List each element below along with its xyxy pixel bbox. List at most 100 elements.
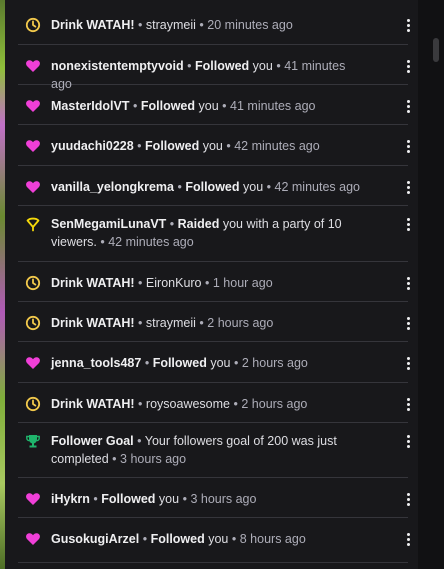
activity-name[interactable]: MasterIdolVT: [51, 99, 130, 113]
activity-action: Followed: [152, 356, 207, 370]
activity-text: yuudachi0228 • Followed you • 42 minutes…: [51, 137, 369, 155]
more-options-icon[interactable]: [399, 97, 417, 115]
separator-dot: •: [138, 18, 143, 32]
activity-detail: straymeii: [145, 18, 196, 32]
more-options-icon[interactable]: [399, 274, 417, 292]
activity-feed: Drink WATAH! • straymeii • 20 minutes ag…: [5, 0, 418, 569]
activity-detail: you: [239, 180, 264, 194]
more-options-icon[interactable]: [399, 16, 417, 34]
activity-detail: EironKuro: [145, 276, 202, 290]
activity-item: Follower Goal • Your followers goal of 2…: [18, 423, 410, 478]
activity-name[interactable]: Drink WATAH!: [51, 316, 135, 330]
separator-dot: •: [138, 397, 143, 411]
separator-dot: •: [199, 316, 204, 330]
activity-timestamp: 2 hours ago: [207, 316, 274, 330]
activity-text: iHykrn • Followed you • 3 hours ago: [51, 490, 369, 508]
more-options-icon[interactable]: [399, 395, 417, 413]
separator-dot: •: [100, 235, 105, 249]
activity-timestamp: 1 hour ago: [212, 276, 273, 290]
separator-dot: •: [199, 18, 204, 32]
activity-item: Drink WATAH! • EironKuro • 1 hour ago: [18, 262, 410, 302]
activity-name[interactable]: Follower Goal: [51, 434, 134, 448]
activity-action: Followed: [150, 532, 205, 546]
heart-icon: [25, 491, 41, 507]
activity-name[interactable]: yuudachi0228: [51, 139, 134, 153]
more-options-icon[interactable]: [399, 354, 417, 372]
activity-item: Drink WATAH! • straymeii • 20 minutes ag…: [18, 4, 410, 45]
separator-dot: •: [132, 99, 138, 113]
activity-action: Followed: [145, 139, 200, 153]
activity-timestamp: 42 minutes ago: [274, 180, 360, 194]
separator-dot: •: [169, 217, 175, 231]
activity-action: Followed: [101, 492, 156, 506]
more-options-icon[interactable]: [399, 215, 417, 233]
activity-name[interactable]: jenna_tools487: [51, 356, 141, 370]
separator-dot: •: [276, 59, 281, 73]
activity-name[interactable]: SenMegamiLunaVT: [51, 217, 166, 231]
separator-dot: •: [187, 59, 192, 73]
separator-dot: •: [231, 532, 237, 546]
activity-timestamp: 3 hours ago: [120, 452, 187, 466]
activity-action: Followed: [195, 59, 250, 73]
more-options-icon[interactable]: [399, 490, 417, 508]
more-options-icon[interactable]: [399, 530, 417, 548]
activity-timestamp: 42 minutes ago: [234, 139, 320, 153]
activity-text: Follower Goal • Your followers goal of 2…: [51, 432, 369, 468]
scrollbar-thumb[interactable]: [433, 38, 439, 62]
activity-timestamp: 42 minutes ago: [108, 235, 194, 249]
activity-action: Followed: [140, 99, 196, 113]
heart-icon: [25, 58, 41, 74]
activity-action: Followed: [185, 180, 240, 194]
separator-dot: •: [142, 532, 148, 546]
activity-item: jenna_tools487 • Followed you • 2 hours …: [18, 342, 410, 383]
separator-dot: •: [266, 180, 272, 194]
separator-dot: •: [93, 492, 98, 506]
activity-item: Drink WATAH! • roysoawesome • 2 hours ag…: [18, 383, 410, 423]
activity-timestamp: 2 hours ago: [241, 397, 308, 411]
scrollbar-track[interactable]: [418, 0, 444, 569]
separator-dot: •: [144, 356, 150, 370]
activity-name[interactable]: nonexistentemptyvoid: [51, 59, 184, 73]
separator-dot: •: [138, 276, 143, 290]
activity-detail: roysoawesome: [145, 397, 230, 411]
more-options-icon[interactable]: [399, 178, 417, 196]
more-options-icon[interactable]: [399, 57, 417, 75]
activity-timestamp: 3 hours ago: [190, 492, 257, 506]
activity-timestamp: 20 minutes ago: [207, 18, 293, 32]
timer-icon: [25, 315, 41, 331]
activity-name[interactable]: Drink WATAH!: [51, 397, 135, 411]
separator-dot: •: [137, 139, 142, 153]
separator-dot: •: [137, 434, 142, 448]
activity-name[interactable]: GusokugiArzel: [51, 532, 139, 546]
raid-icon: [25, 216, 41, 232]
more-options-icon[interactable]: [399, 432, 417, 450]
activity-detail: you: [206, 356, 231, 370]
activity-item: MasterIdolVT • Followed you • 41 minutes…: [18, 85, 410, 125]
heart-icon: [25, 355, 41, 371]
more-options-icon[interactable]: [399, 137, 417, 155]
activity-timestamp: 2 hours ago: [241, 356, 308, 370]
activity-name[interactable]: vanilla_yelongkrema: [51, 180, 174, 194]
activity-text: Drink WATAH! • EironKuro • 1 hour ago: [51, 274, 369, 292]
activity-text: jenna_tools487 • Followed you • 2 hours …: [51, 354, 369, 372]
more-options-icon[interactable]: [399, 314, 417, 332]
activity-name[interactable]: Drink WATAH!: [51, 18, 135, 32]
heart-icon: [25, 138, 41, 154]
separator-dot: •: [138, 316, 143, 330]
timer-icon: [25, 17, 41, 33]
separator-dot: •: [233, 356, 239, 370]
activity-text: GusokugiArzel • Followed you • 8 hours a…: [51, 530, 369, 548]
activity-detail: you: [195, 99, 219, 113]
activity-item: vanilla_yelongkrema • Followed you • 42 …: [18, 166, 410, 206]
activity-item: GusokugiArzel • Followed you • 8 hours a…: [18, 518, 410, 563]
activity-item: yuudachi0228 • Followed you • 42 minutes…: [18, 125, 410, 166]
activity-text: Drink WATAH! • straymeii • 2 hours ago: [51, 314, 369, 332]
activity-name[interactable]: Drink WATAH!: [51, 276, 135, 290]
activity-action: Raided: [177, 217, 220, 231]
separator-dot: •: [177, 180, 182, 194]
timer-icon: [25, 275, 41, 291]
trophy-icon: [25, 433, 41, 449]
separator-dot: •: [112, 452, 117, 466]
activity-text: Drink WATAH! • roysoawesome • 2 hours ag…: [51, 395, 369, 413]
activity-name[interactable]: iHykrn: [51, 492, 90, 506]
